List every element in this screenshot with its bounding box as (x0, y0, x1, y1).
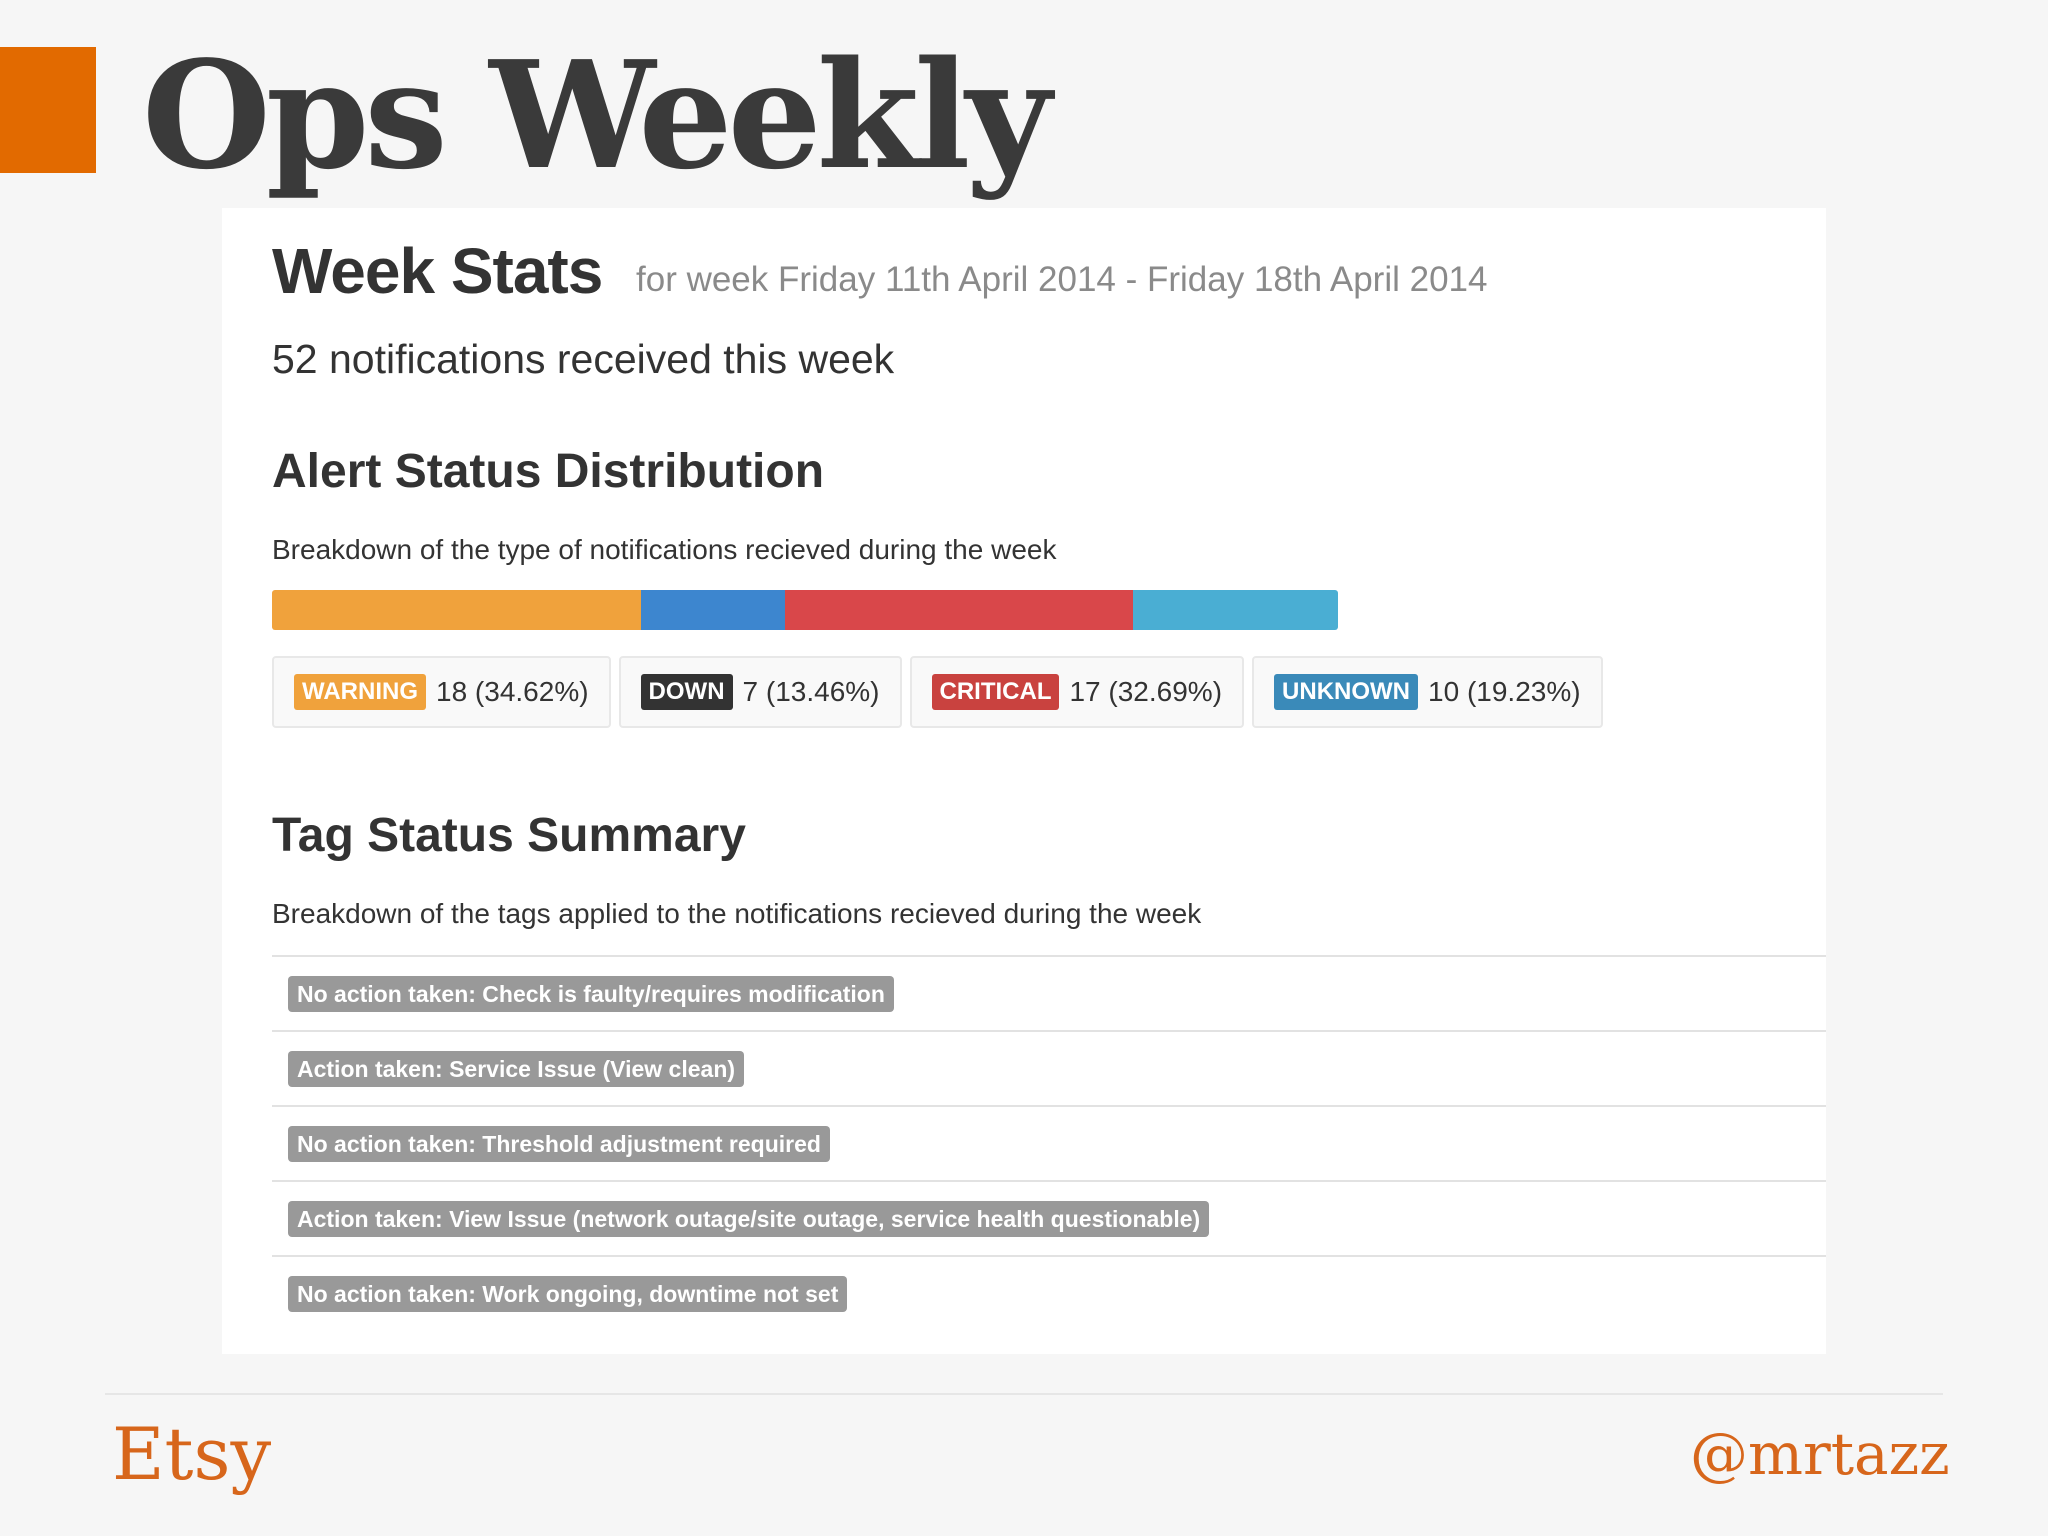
table-row: Action taken: Service Issue (View clean) (272, 1030, 1826, 1105)
distribution-segment-unknown (1132, 590, 1338, 630)
slide-title: Ops Weekly (142, 28, 1051, 202)
tag-label: Action taken: View Issue (network outage… (288, 1200, 1210, 1237)
footer-divider (105, 1393, 1943, 1395)
tag-table: No action taken: Check is faulty/require… (272, 955, 1826, 1330)
status-badge: UNKNOWN (1274, 674, 1419, 710)
tag-status-heading: Tag Status Summary (272, 809, 746, 862)
alert-status-heading: Alert Status Distribution (272, 445, 825, 498)
week-range-subheading: for week Friday 11th April 2014 - Friday… (636, 260, 1488, 299)
table-row: No action taken: Check is faulty/require… (272, 955, 1826, 1030)
status-count: 18 (34.62%) (436, 676, 589, 707)
alert-legend: WARNING 18 (34.62%) DOWN 7 (13.46%) CRITICAL… (272, 656, 1611, 728)
twitter-handle: @mrtazz (1690, 1420, 1950, 1488)
alert-status-description: Breakdown of the type of notifications r… (272, 534, 1057, 565)
alert-distribution-bar (272, 590, 1338, 630)
distribution-segment-warning (272, 590, 642, 630)
distribution-segment-down (641, 590, 785, 630)
table-row: Action taken: View Issue (network outage… (272, 1180, 1826, 1255)
status-count: 7 (13.46%) (742, 676, 880, 707)
tag-label: No action taken: Threshold adjustment re… (288, 1125, 830, 1162)
ops-weekly-panel: Week Stats for week Friday 11th April 20… (222, 208, 1826, 1354)
notification-count: 52 notifications received this week (272, 336, 895, 382)
tag-label: Action taken: Service Issue (View clean) (288, 1050, 745, 1087)
etsy-logo: Etsy (112, 1412, 272, 1496)
status-count: 10 (19.23%) (1428, 676, 1581, 707)
table-row: No action taken: Work ongoing, downtime … (272, 1255, 1826, 1330)
legend-item-critical: CRITICAL 17 (32.69%) (909, 656, 1245, 728)
week-stats-heading: Week Stats (272, 235, 603, 307)
status-badge: WARNING (294, 674, 426, 710)
accent-block (0, 47, 96, 173)
status-count: 17 (32.69%) (1069, 676, 1223, 707)
tag-label: No action taken: Check is faulty/require… (288, 975, 894, 1012)
table-row: No action taken: Threshold adjustment re… (272, 1105, 1826, 1180)
status-badge: CRITICAL (931, 674, 1060, 710)
legend-item-unknown: UNKNOWN 10 (19.23%) (1252, 656, 1603, 728)
tag-status-description: Breakdown of the tags applied to the not… (272, 898, 1202, 929)
distribution-segment-critical (784, 590, 1133, 630)
status-badge: DOWN (640, 674, 733, 710)
legend-item-warning: WARNING 18 (34.62%) (272, 656, 611, 728)
tag-label: No action taken: Work ongoing, downtime … (288, 1275, 848, 1312)
legend-item-down: DOWN 7 (13.46%) (618, 656, 902, 728)
